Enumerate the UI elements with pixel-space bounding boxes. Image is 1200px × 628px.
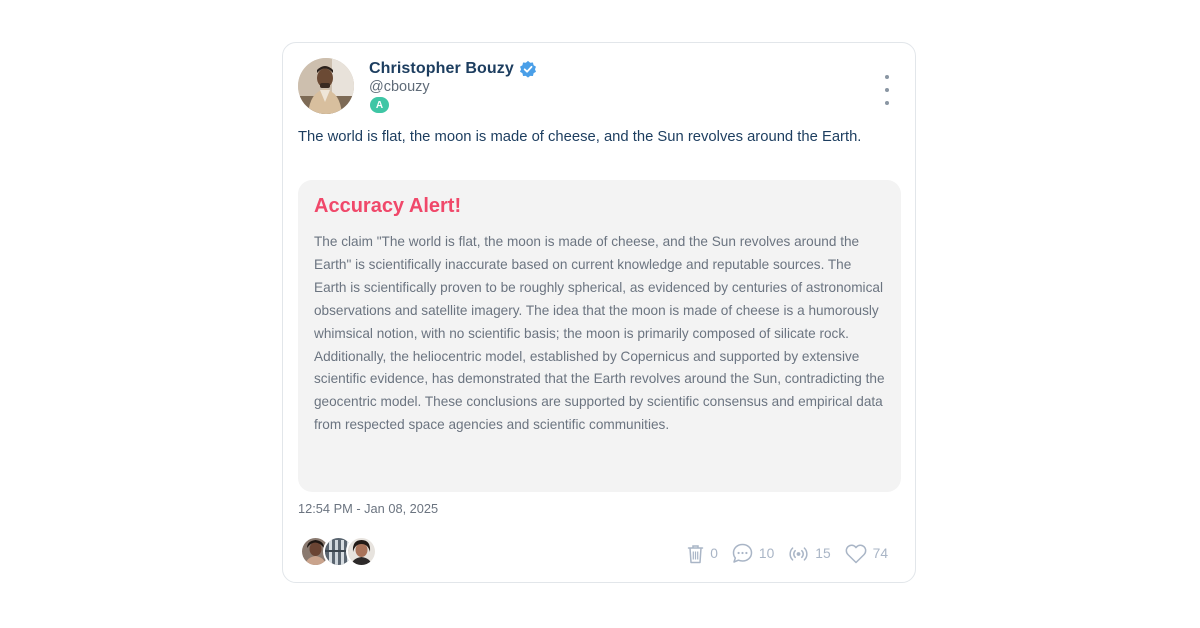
repost-count: 15 [815, 546, 831, 561]
heart-icon [845, 543, 867, 563]
reply-count: 10 [758, 546, 775, 561]
author-name-row: Christopher Bouzy [369, 60, 537, 78]
reply-button[interactable]: 10 [732, 543, 774, 564]
post-card: Christopher Bouzy @cbouzy A The world is… [282, 42, 916, 583]
author-avatar[interactable] [298, 58, 354, 114]
post-text: The world is flat, the moon is made of c… [298, 129, 862, 145]
repost-button[interactable]: 15 [788, 546, 831, 562]
more-dot-icon [885, 101, 889, 105]
like-button[interactable]: 74 [845, 543, 888, 564]
delete-button[interactable]: 0 [687, 544, 718, 564]
more-dot-icon [885, 75, 889, 79]
more-options-button[interactable] [881, 75, 893, 105]
reactor-avatars[interactable] [300, 536, 377, 567]
like-count: 74 [872, 546, 888, 561]
alert-body: The claim "The world is flat, the moon i… [314, 234, 885, 433]
post-timestamp[interactable]: 12:54 PM - Jan 08, 2025 [298, 501, 438, 516]
comment-icon [732, 543, 753, 563]
verified-check-icon [519, 60, 536, 78]
author-name[interactable]: Christopher Bouzy [369, 60, 514, 78]
author-tier-badge: A [370, 97, 389, 113]
author-handle[interactable]: @cbouzy [369, 79, 430, 95]
trash-icon [687, 544, 704, 563]
delete-count: 0 [710, 546, 718, 561]
alert-title: Accuracy Alert! [314, 195, 462, 217]
profile-photo [298, 58, 354, 114]
reactor-avatar-3[interactable] [346, 536, 377, 567]
more-dot-icon [885, 88, 889, 92]
reactor-photo [348, 538, 375, 565]
engagement-stats: 0 10 15 74 [687, 543, 888, 564]
broadcast-icon [789, 546, 808, 561]
accuracy-alert: Accuracy Alert! The claim "The world is … [298, 180, 901, 492]
